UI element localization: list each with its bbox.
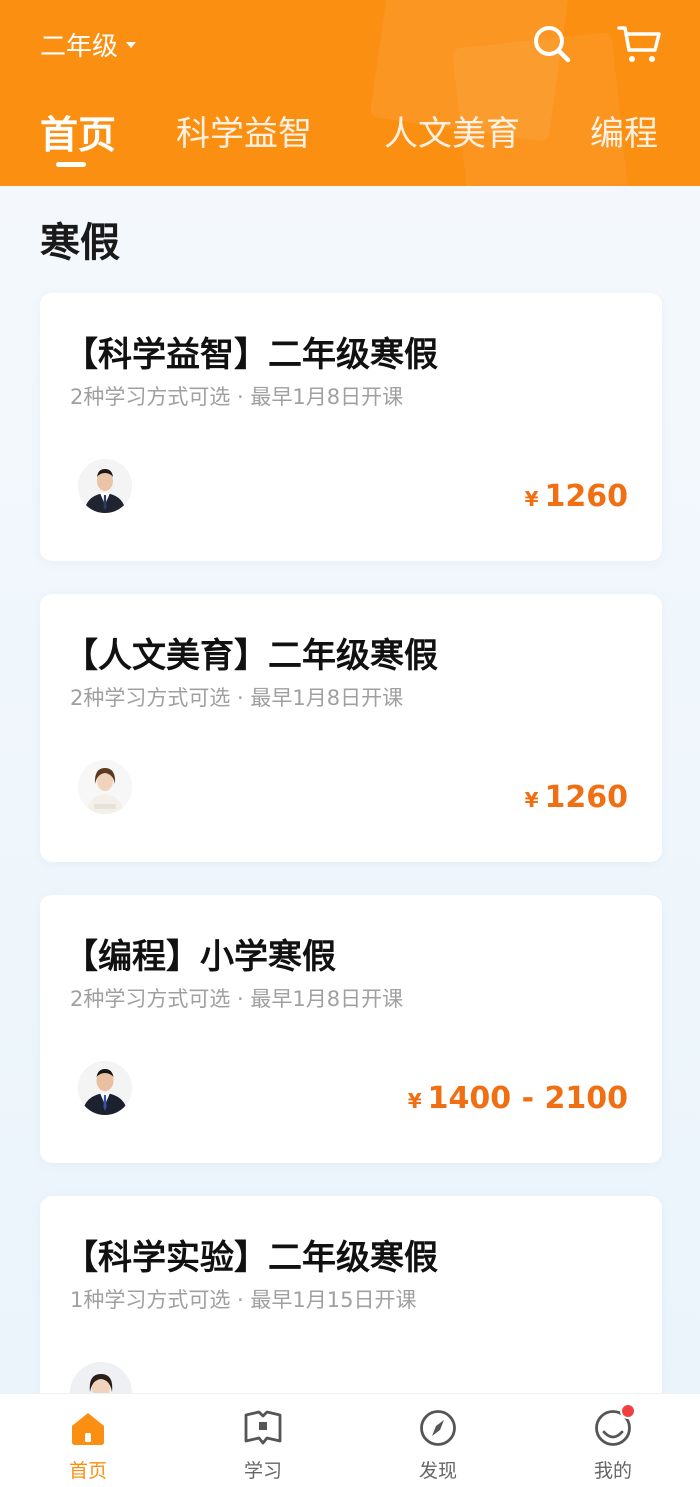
course-title: 【人文美育】二年级寒假 bbox=[64, 636, 438, 676]
teacher-man-icon bbox=[78, 459, 132, 513]
nav-label: 首页 bbox=[68, 1460, 107, 1482]
currency-symbol: ¥ bbox=[407, 1089, 422, 1113]
course-title: 【科学益智】二年级寒假 bbox=[64, 335, 438, 375]
cart-button[interactable] bbox=[615, 22, 661, 66]
course-subtitle: 2种学习方式可选 · 最早1月8日开课 bbox=[70, 385, 404, 409]
grade-label: 二年级 bbox=[40, 31, 119, 62]
course-price: ¥1260 bbox=[525, 780, 628, 815]
cart-icon bbox=[617, 26, 661, 62]
nav-study[interactable]: 学习 bbox=[213, 1394, 313, 1487]
home-icon bbox=[72, 1413, 104, 1445]
tab-science[interactable]: 科学益智 bbox=[176, 106, 312, 155]
course-price: ¥1400 - 2100 bbox=[408, 1081, 628, 1116]
section-title: 寒假 bbox=[40, 220, 120, 266]
teacher-woman-icon bbox=[78, 760, 132, 814]
compass-icon bbox=[420, 1410, 456, 1446]
currency-symbol: ¥ bbox=[524, 788, 539, 812]
price-value: 1260 bbox=[544, 479, 629, 514]
teacher-avatar bbox=[78, 459, 132, 513]
tab-home[interactable]: 首页 bbox=[40, 104, 116, 159]
course-subtitle: 2种学习方式可选 · 最早1月8日开课 bbox=[70, 987, 404, 1011]
nav-label: 发现 bbox=[418, 1460, 457, 1482]
grade-selector[interactable]: 二年级 bbox=[40, 24, 137, 64]
course-subtitle: 2种学习方式可选 · 最早1月8日开课 bbox=[70, 686, 404, 710]
course-card[interactable]: 【科学益智】二年级寒假 2种学习方式可选 · 最早1月8日开课 ¥1260 bbox=[40, 293, 662, 561]
teacher-avatar bbox=[78, 1061, 132, 1115]
notification-badge bbox=[620, 1403, 636, 1419]
teacher-avatar bbox=[78, 760, 132, 814]
course-card[interactable]: 【人文美育】二年级寒假 2种学习方式可选 · 最早1月8日开课 ¥1260 bbox=[40, 594, 662, 862]
search-button[interactable] bbox=[530, 22, 574, 66]
search-icon bbox=[534, 26, 571, 63]
nav-home[interactable]: 首页 bbox=[38, 1394, 138, 1487]
tab-programming[interactable]: 编程 bbox=[590, 106, 658, 155]
teacher-man-icon bbox=[78, 1061, 132, 1115]
nav-label: 学习 bbox=[243, 1460, 282, 1482]
bottom-nav: 首页 学习 发现 我的 bbox=[0, 1393, 700, 1487]
tab-humanities[interactable]: 人文美育 bbox=[384, 106, 520, 155]
nav-profile[interactable]: 我的 bbox=[563, 1394, 663, 1487]
category-tabs: 首页 科学益智 人文美育 编程 bbox=[0, 100, 700, 170]
course-card[interactable]: 【编程】小学寒假 2种学习方式可选 · 最早1月8日开课 ¥1400 - 210… bbox=[40, 895, 662, 1163]
currency-symbol: ¥ bbox=[524, 487, 539, 511]
course-price: ¥1260 bbox=[525, 479, 628, 514]
book-icon bbox=[244, 1410, 282, 1445]
price-value: 1260 bbox=[544, 780, 629, 815]
nav-discover[interactable]: 发现 bbox=[388, 1394, 488, 1487]
active-tab-indicator bbox=[56, 162, 86, 167]
course-title: 【科学实验】二年级寒假 bbox=[64, 1238, 438, 1278]
caret-down-icon bbox=[126, 42, 137, 48]
header: 二年级 首页 科学益智 人文美育 编程 bbox=[0, 0, 700, 186]
nav-label: 我的 bbox=[593, 1460, 632, 1482]
price-value: 1400 - 2100 bbox=[427, 1081, 628, 1116]
course-title: 【编程】小学寒假 bbox=[64, 937, 336, 977]
course-subtitle: 1种学习方式可选 · 最早1月15日开课 bbox=[70, 1288, 417, 1312]
